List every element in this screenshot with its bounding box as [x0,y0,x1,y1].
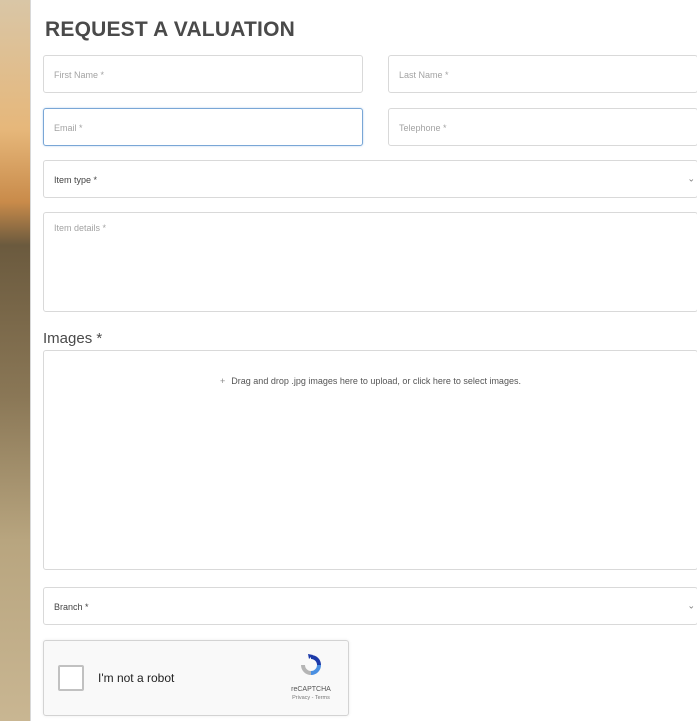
form-title: REQUEST A VALUATION [45,18,295,41]
images-label: Images * [43,330,103,347]
recaptcha-widget: I'm not a robot reCAPTCHA Privacy - Term… [43,640,349,716]
recaptcha-icon [301,654,321,675]
first-name-placeholder: First Name * [54,70,105,80]
email-field[interactable]: Email * [43,108,363,146]
recaptcha-logo: reCAPTCHA Privacy - Terms [284,651,338,701]
chevron-down-icon: ⌄ [687,173,695,184]
recaptcha-label: I'm not a robot [98,671,175,685]
branch-select[interactable]: Branch * ⌄ [43,587,697,625]
dropzone-hint: + Drag and drop .jpg images here to uploa… [44,376,697,386]
item-type-label: Item type * [54,175,98,185]
dropzone-text: Drag and drop .jpg images here to upload… [231,376,521,386]
first-name-field[interactable]: First Name * [43,55,363,93]
item-details-textarea[interactable]: Item details * [43,212,697,312]
item-type-select[interactable]: Item type * ⌄ [43,160,697,198]
valuation-form: REQUEST A VALUATION First Name * Last Na… [30,0,697,721]
email-placeholder: Email * [54,123,83,133]
image-dropzone[interactable]: + Drag and drop .jpg images here to uploa… [43,350,697,570]
chevron-down-icon: ⌄ [687,600,695,611]
telephone-field[interactable]: Telephone * [388,108,697,146]
recaptcha-checkbox[interactable] [58,665,84,691]
recaptcha-brand: reCAPTCHA [291,686,331,693]
recaptcha-links[interactable]: Privacy - Terms [284,695,338,701]
last-name-field[interactable]: Last Name * [388,55,697,93]
branch-label: Branch * [54,602,89,612]
last-name-placeholder: Last Name * [399,70,449,80]
background-image [0,0,32,721]
telephone-placeholder: Telephone * [399,123,447,133]
plus-icon: + [220,376,226,386]
item-details-placeholder: Item details * [54,223,107,233]
